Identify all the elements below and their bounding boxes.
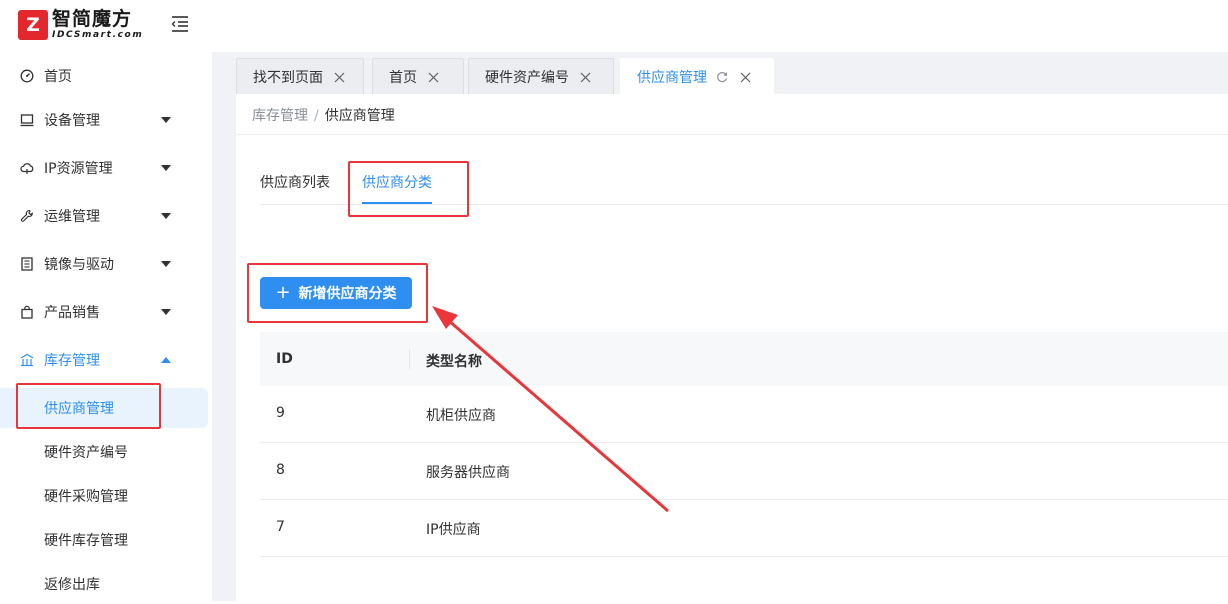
cloud-icon — [20, 161, 34, 175]
sidebar-item-product-sales[interactable]: 产品销售 — [0, 292, 212, 332]
column-header-type-name: 类型名称 — [426, 354, 482, 370]
warehouse-icon — [20, 353, 34, 367]
close-icon[interactable] — [740, 72, 751, 83]
logo-mark-icon: Z — [18, 10, 48, 40]
tab-hardware-asset[interactable]: 硬件资产编号 — [468, 58, 614, 94]
caret-down-icon — [161, 117, 171, 123]
sidebar-item-label: IP资源管理 — [44, 161, 113, 177]
sidebar-item-label: 镜像与驱动 — [44, 257, 114, 273]
caret-down-icon — [161, 213, 171, 219]
cell-id: 9 — [276, 405, 285, 421]
sidebar-subitem-hardware-asset[interactable]: 硬件资产编号 — [0, 432, 212, 472]
caret-down-icon — [161, 165, 171, 171]
caret-down-icon — [161, 261, 171, 267]
logo-name-cn: 智简魔方 — [52, 8, 133, 30]
close-icon[interactable] — [428, 72, 439, 83]
table-row[interactable]: 7 IP供应商 — [260, 500, 1228, 557]
refresh-icon[interactable] — [716, 71, 728, 83]
table-row[interactable]: 9 机柜供应商 — [260, 386, 1228, 443]
sidebar: 首页 设备管理 IP资源管理 运维管理 镜像与驱动 产品销售 库存管理 供应商管… — [0, 52, 212, 601]
close-icon[interactable] — [334, 72, 345, 83]
logo[interactable]: Z 智简魔方 IDCSmart.com — [18, 8, 143, 42]
tab-label: 硬件资产编号 — [485, 69, 569, 86]
annotation-box-button — [247, 263, 428, 323]
tab-supplier-list[interactable]: 供应商列表 — [260, 172, 330, 192]
sidebar-item-label: 产品销售 — [44, 305, 100, 321]
cell-id: 7 — [276, 519, 285, 535]
sidebar-item-label: 设备管理 — [44, 113, 100, 129]
cell-id: 8 — [276, 462, 285, 478]
table-row[interactable]: 8 服务器供应商 — [260, 443, 1228, 500]
annotation-box-tab — [348, 161, 469, 217]
tab-not-found[interactable]: 找不到页面 — [236, 58, 364, 94]
logo-text: 智简魔方 IDCSmart.com — [52, 10, 143, 40]
column-divider — [409, 349, 410, 369]
sidebar-subitem-label: 硬件库存管理 — [44, 533, 128, 549]
sidebar-subitem-label: 返修出库 — [44, 577, 100, 593]
sidebar-item-device[interactable]: 设备管理 — [0, 100, 212, 140]
sidebar-subitem-hardware-stock[interactable]: 硬件库存管理 — [0, 520, 212, 560]
logo-name-en: IDCSmart.com — [52, 30, 144, 40]
sidebar-item-label: 运维管理 — [44, 209, 100, 225]
cell-type-name: 服务器供应商 — [426, 465, 510, 481]
sidebar-item-ip-resource[interactable]: IP资源管理 — [0, 148, 212, 188]
bag-icon — [20, 305, 34, 319]
monitor-icon — [20, 113, 34, 127]
dashboard-icon — [20, 69, 34, 83]
sidebar-subitem-repair-outbound[interactable]: 返修出库 — [0, 564, 212, 604]
cell-type-name: IP供应商 — [426, 522, 481, 538]
tab-label: 供应商管理 — [637, 69, 707, 86]
sidebar-subitem-hardware-purchase[interactable]: 硬件采购管理 — [0, 476, 212, 516]
wrench-icon — [20, 209, 34, 223]
sidebar-subitem-label: 硬件资产编号 — [44, 445, 128, 461]
column-header-id: ID — [276, 351, 293, 367]
disk-icon — [20, 257, 34, 271]
sidebar-item-label: 库存管理 — [44, 353, 100, 369]
sidebar-item-label: 首页 — [44, 69, 72, 85]
breadcrumb-current: 供应商管理 — [324, 108, 395, 124]
sidebar-item-image-driver[interactable]: 镜像与驱动 — [0, 244, 212, 284]
breadcrumb-parent[interactable]: 库存管理 — [252, 108, 308, 124]
app-header: Z 智简魔方 IDCSmart.com — [0, 0, 1228, 52]
tab-label: 找不到页面 — [253, 69, 323, 86]
tab-supplier[interactable]: 供应商管理 — [620, 58, 774, 94]
close-icon[interactable] — [580, 72, 591, 83]
sidebar-subitem-label: 硬件采购管理 — [44, 489, 128, 505]
tab-home[interactable]: 首页 — [372, 58, 464, 94]
caret-down-icon — [161, 309, 171, 315]
divider — [236, 134, 1228, 135]
sidebar-item-inventory[interactable]: 库存管理 — [0, 340, 212, 380]
breadcrumb: 库存管理 / 供应商管理 — [252, 105, 395, 125]
menu-fold-icon[interactable] — [170, 15, 190, 33]
tab-label: 首页 — [389, 69, 417, 86]
table-header: ID 类型名称 — [260, 332, 1228, 386]
cell-type-name: 机柜供应商 — [426, 408, 496, 424]
breadcrumb-separator: / — [314, 108, 319, 124]
sidebar-item-ops[interactable]: 运维管理 — [0, 196, 212, 236]
annotation-box-sidebar — [16, 383, 161, 429]
sidebar-item-home[interactable]: 首页 — [0, 56, 212, 96]
caret-up-icon — [161, 357, 171, 363]
